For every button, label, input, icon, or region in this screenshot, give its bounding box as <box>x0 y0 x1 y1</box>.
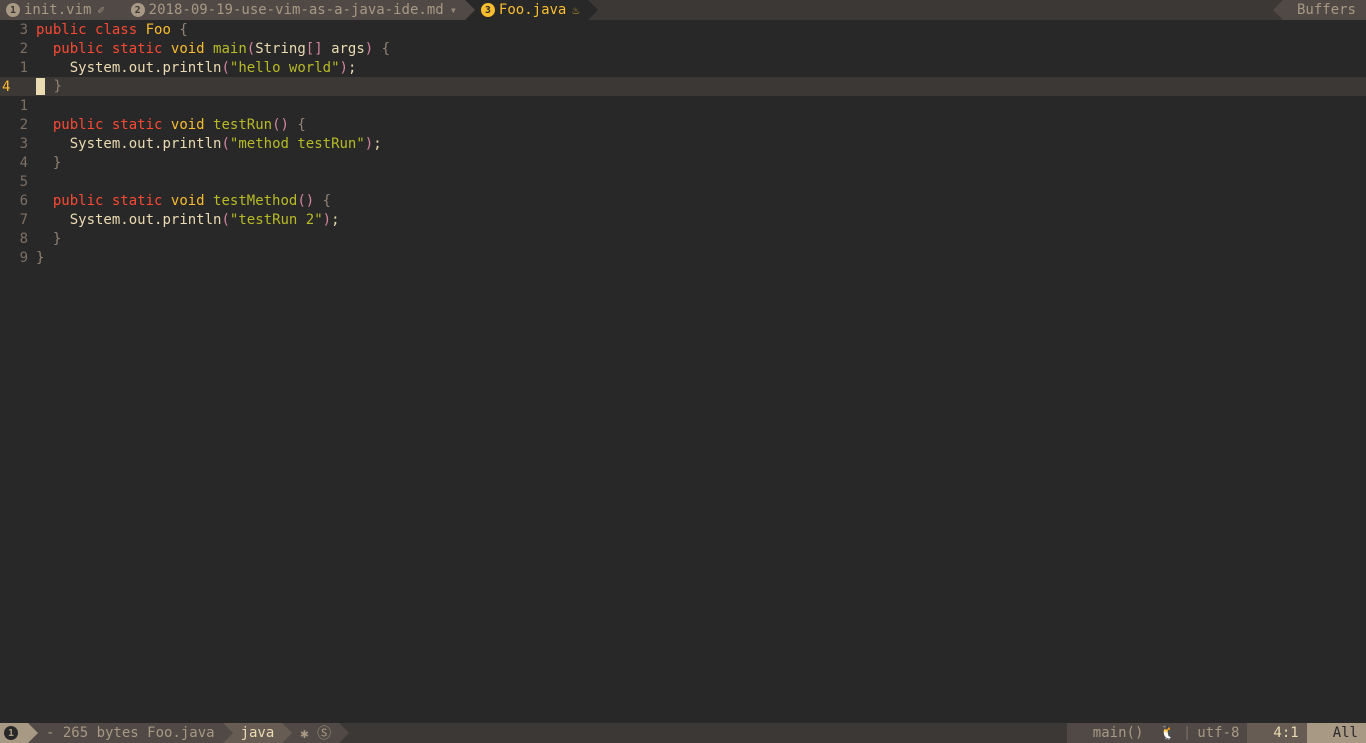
code-content: public static void testRun() { <box>36 117 306 133</box>
code-line[interactable]: 5 <box>0 172 1366 191</box>
line-number: 4 <box>0 155 36 171</box>
code-line[interactable]: 8 } <box>0 229 1366 248</box>
current-function: main() <box>1093 725 1144 741</box>
code-content: } <box>36 78 62 95</box>
vcs-icon: ✱ Ⓢ <box>300 723 331 743</box>
code-line[interactable]: 3public class Foo { <box>0 20 1366 39</box>
tab-label: 2018-09-19-use-vim-as-a-java-ide.md <box>149 2 444 18</box>
line-number: 3 <box>0 136 36 152</box>
tab-foojava[interactable]: 3 Foo.java ♨ <box>465 0 588 20</box>
tab-number-badge: 1 <box>6 3 20 17</box>
line-number: 5 <box>0 174 36 190</box>
status-fileinfo: - 265 bytes Foo.java <box>28 723 223 743</box>
encoding-text: utf-8 <box>1197 725 1239 741</box>
java-icon: ♨ <box>572 3 579 17</box>
tab-markdown[interactable]: 2 2018-09-19-use-vim-as-a-java-ide.md ▾ <box>113 0 465 20</box>
code-line[interactable]: 6 public static void testMethod() { <box>0 191 1366 210</box>
code-line[interactable]: 2 public static void main(String[] args)… <box>0 39 1366 58</box>
code-content: public static void main(String[] args) { <box>36 41 390 57</box>
code-line[interactable]: 4 } <box>0 77 1366 96</box>
code-line[interactable]: 2 public static void testRun() { <box>0 115 1366 134</box>
line-number: 1 <box>0 60 36 76</box>
tab-label: Foo.java <box>499 2 566 18</box>
line-number: 1 <box>0 98 36 114</box>
status-spacer <box>339 723 1067 743</box>
editor-pane[interactable]: 3public class Foo {2 public static void … <box>0 20 1366 723</box>
line-number: 8 <box>0 231 36 247</box>
buffers-button[interactable]: Buffers <box>1283 0 1366 20</box>
line-number: 2 <box>0 41 36 57</box>
tab-number-badge: 2 <box>131 3 145 17</box>
code-line[interactable]: 1 System.out.println("hello world"); <box>0 58 1366 77</box>
tab-initvim[interactable]: 1 init.vim ✐ <box>0 0 113 20</box>
filetype-text: java <box>241 725 275 741</box>
file-info-text: - 265 bytes Foo.java <box>46 725 215 741</box>
markdown-icon: ▾ <box>450 3 457 17</box>
code-line[interactable]: 9} <box>0 248 1366 267</box>
code-line[interactable]: 3 System.out.println("method testRun"); <box>0 134 1366 153</box>
line-number: 2 <box>0 117 36 133</box>
code-content: } <box>36 155 61 171</box>
cursor <box>36 78 45 95</box>
code-content: System.out.println("testRun 2"); <box>36 212 340 228</box>
line-number: 3 <box>0 22 36 38</box>
status-function: main() <box>1067 723 1152 743</box>
window-number-badge: 1 <box>4 726 18 740</box>
statusline: 1 - 265 bytes Foo.java java ✱ Ⓢ main() 🐧… <box>0 723 1366 743</box>
status-position: 4:1 <box>1247 723 1306 743</box>
status-mode: 1 <box>0 723 28 743</box>
code-content: } <box>36 250 44 266</box>
line-number: 7 <box>0 212 36 228</box>
code-content: System.out.println("hello world"); <box>36 60 356 76</box>
code-content: System.out.println("method testRun"); <box>36 136 382 152</box>
linux-icon: 🐧 <box>1159 725 1176 741</box>
code-line[interactable]: 4 } <box>0 153 1366 172</box>
buffers-label: Buffers <box>1297 2 1356 18</box>
status-os: 🐧 | utf-8 <box>1151 723 1247 743</box>
line-number: 6 <box>0 193 36 209</box>
scroll-percent: All <box>1333 725 1358 741</box>
code-line[interactable]: 1 <box>0 96 1366 115</box>
code-content: public class Foo { <box>36 22 188 38</box>
code-line[interactable]: 7 System.out.println("testRun 2"); <box>0 210 1366 229</box>
tabline: 1 init.vim ✐ 2 2018-09-19-use-vim-as-a-j… <box>0 0 1366 20</box>
vim-icon: ✐ <box>97 3 104 17</box>
line-number: 4 <box>0 79 12 95</box>
tab-label: init.vim <box>24 2 91 18</box>
code-content: public static void testMethod() { <box>36 193 331 209</box>
tab-number-badge: 3 <box>481 3 495 17</box>
status-percent: All <box>1307 723 1366 743</box>
line-number: 9 <box>0 250 36 266</box>
code-content: } <box>36 231 61 247</box>
cursor-position: 4:1 <box>1273 725 1298 741</box>
